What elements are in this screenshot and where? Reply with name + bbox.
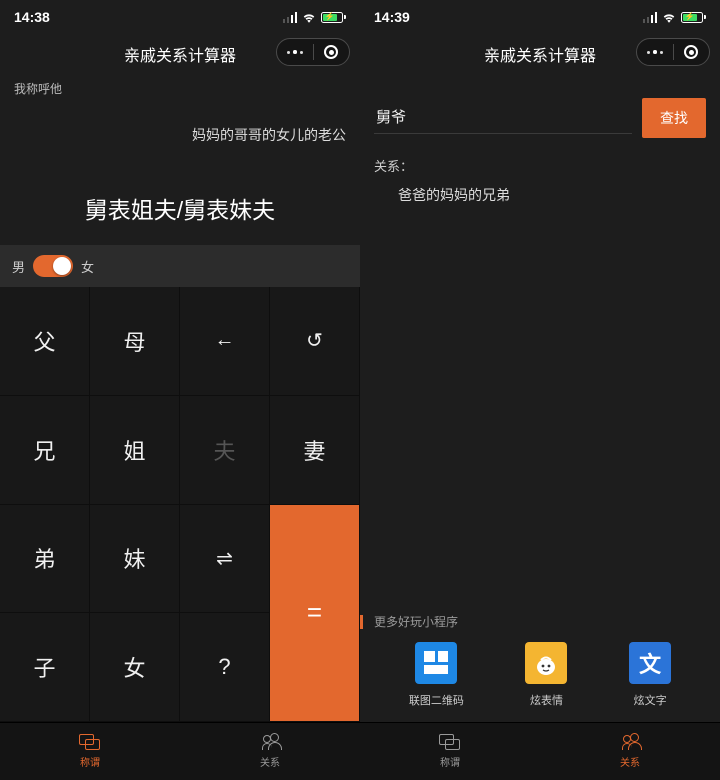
key-swap[interactable]: ⇌	[180, 505, 270, 614]
keypad: 父 母 ← ↺ 兄 姐 夫 妻 弟 妹 ⇌ = 子 女 ?	[0, 287, 360, 722]
app-label: 联图二维码	[409, 692, 464, 708]
more-apps-heading: 更多好玩小程序	[374, 613, 706, 630]
gender-female-label: 女	[81, 257, 94, 276]
status-indicators: ⚡	[283, 12, 347, 23]
key-mother[interactable]: 母	[90, 287, 180, 396]
relation-chain: 妈妈的哥哥的女儿的老公	[14, 125, 346, 145]
miniprogram-capsule[interactable]	[636, 38, 710, 66]
text-icon: 文	[629, 642, 671, 684]
wifi-icon	[662, 12, 676, 23]
prompt-label: 我称呼他	[14, 80, 346, 97]
capsule-close-icon[interactable]	[314, 45, 350, 59]
tab-label: 称谓	[440, 754, 460, 769]
chat-icon	[439, 734, 461, 752]
key-daughter[interactable]: 女	[90, 613, 180, 722]
signal-icon	[643, 12, 658, 23]
screen-guanxi: 14:39 ⚡ 亲戚关系计算器 查找 关系： 爸爸的妈妈的兄	[360, 0, 720, 780]
title-bar: 亲戚关系计算器	[360, 34, 720, 74]
chat-icon	[79, 734, 101, 752]
title-bar: 亲戚关系计算器	[0, 34, 360, 74]
app-xuan-biaoqing[interactable]: 炫表情	[525, 642, 567, 708]
key-help[interactable]: ?	[180, 613, 270, 722]
key-backspace[interactable]: ←	[180, 287, 270, 396]
capsule-close-icon[interactable]	[674, 45, 710, 59]
page-title: 亲戚关系计算器	[124, 42, 236, 66]
gender-male-label: 男	[12, 257, 25, 276]
result-text: 舅表姐夫/舅表妹夫	[14, 191, 346, 225]
search-row: 查找	[374, 98, 706, 138]
key-wife[interactable]: 妻	[270, 396, 360, 505]
people-icon	[623, 734, 641, 752]
sticker-icon	[525, 642, 567, 684]
tab-guanxi[interactable]: 关系	[180, 723, 360, 780]
search-button[interactable]: 查找	[642, 98, 706, 138]
tab-bar: 称谓 关系	[0, 722, 360, 780]
tab-guanxi[interactable]: 关系	[540, 723, 720, 780]
capsule-menu-icon[interactable]	[277, 50, 313, 54]
tab-label: 关系	[620, 754, 640, 769]
key-equals[interactable]: =	[270, 505, 360, 723]
key-elder-sister[interactable]: 姐	[90, 396, 180, 505]
key-younger-sister[interactable]: 妹	[90, 505, 180, 614]
key-son[interactable]: 子	[0, 613, 90, 722]
screen-chengwei: 14:38 ⚡ 亲戚关系计算器 我称呼他 妈妈的哥哥的女儿的老公 舅表姐夫/舅表…	[0, 0, 360, 780]
tab-label: 关系	[260, 754, 280, 769]
app-label: 炫表情	[530, 692, 563, 708]
relation-value: 爸爸的妈妈的兄弟	[374, 185, 706, 205]
key-father[interactable]: 父	[0, 287, 90, 396]
page-title: 亲戚关系计算器	[484, 42, 596, 66]
capsule-menu-icon[interactable]	[637, 50, 673, 54]
battery-icon: ⚡	[681, 12, 706, 23]
battery-icon: ⚡	[321, 12, 346, 23]
app-xuan-wenzi[interactable]: 文 炫文字	[629, 642, 671, 708]
gender-toggle-bar: 男 女	[0, 245, 360, 287]
status-bar: 14:38 ⚡	[0, 0, 360, 34]
tab-label: 称谓	[80, 754, 100, 769]
status-indicators: ⚡	[643, 12, 707, 23]
relation-label: 关系：	[374, 156, 706, 175]
key-reset[interactable]: ↺	[270, 287, 360, 396]
signal-icon	[283, 12, 298, 23]
apps-row: 联图二维码 炫表情 文 炫文字	[374, 642, 706, 722]
tab-bar: 称谓 关系	[360, 722, 720, 780]
wifi-icon	[302, 12, 316, 23]
gender-switch[interactable]	[33, 255, 73, 277]
tab-chengwei[interactable]: 称谓	[360, 723, 540, 780]
status-bar: 14:39 ⚡	[360, 0, 720, 34]
status-time: 14:38	[14, 9, 50, 25]
key-younger-brother[interactable]: 弟	[0, 505, 90, 614]
app-label: 炫文字	[634, 692, 667, 708]
app-liantu-qrcode[interactable]: 联图二维码	[409, 642, 464, 708]
miniprogram-capsule[interactable]	[276, 38, 350, 66]
key-elder-brother[interactable]: 兄	[0, 396, 90, 505]
qrcode-icon	[415, 642, 457, 684]
tab-chengwei[interactable]: 称谓	[0, 723, 180, 780]
search-input[interactable]	[374, 102, 632, 134]
status-time: 14:39	[374, 9, 410, 25]
people-icon	[263, 734, 281, 752]
key-husband[interactable]: 夫	[180, 396, 270, 505]
